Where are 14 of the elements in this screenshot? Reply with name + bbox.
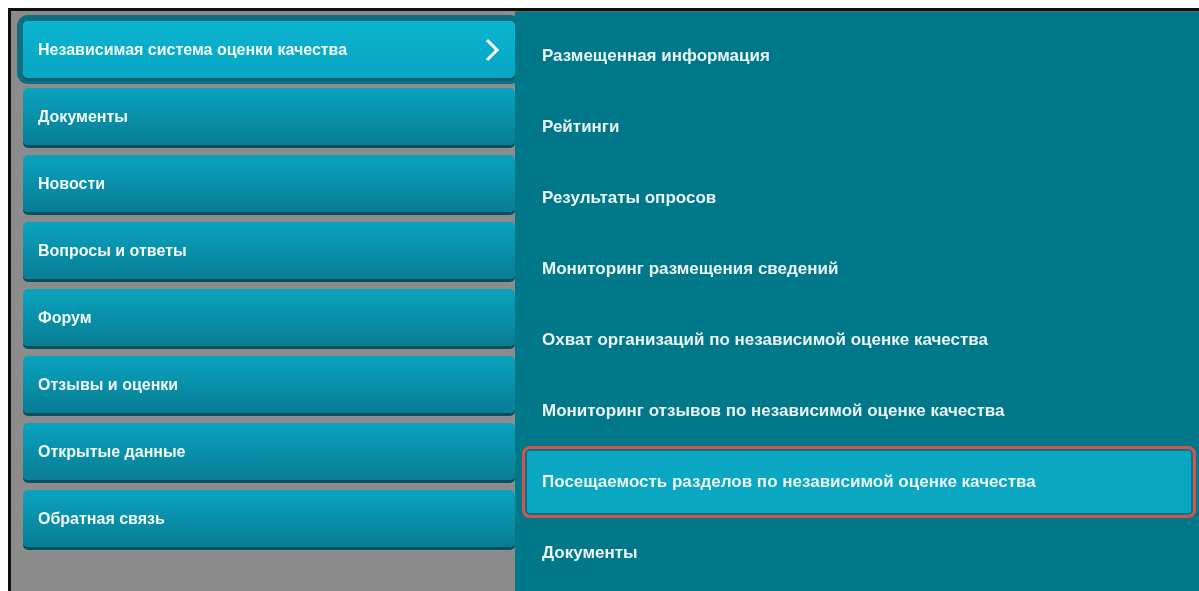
- submenu-item[interactable]: Результаты опросов: [527, 167, 1191, 229]
- menu-item[interactable]: Форум: [23, 289, 515, 346]
- menu-item[interactable]: Документы: [23, 88, 515, 145]
- submenu-item[interactable]: Мониторинг размещения сведений: [527, 238, 1191, 300]
- menu-item[interactable]: Новости: [23, 155, 515, 212]
- menu-item[interactable]: Вопросы и ответы: [23, 222, 515, 279]
- submenu-item[interactable]: Охват организаций по независимой оценке качества: [527, 309, 1191, 371]
- submenu-item[interactable]: Размещенная информация: [527, 25, 1191, 87]
- menu-item[interactable]: Обратная связь: [23, 490, 515, 547]
- submenu-item[interactable]: Рейтинги: [527, 96, 1191, 158]
- menu-item[interactable]: Открытые данные: [23, 423, 515, 480]
- submenu-item[interactable]: Мониторинг отзывов по независимой оценке качества: [527, 380, 1191, 442]
- menu-item[interactable]: Отзывы и оценки: [23, 356, 515, 413]
- submenu-item[interactable]: Документы: [527, 522, 1191, 584]
